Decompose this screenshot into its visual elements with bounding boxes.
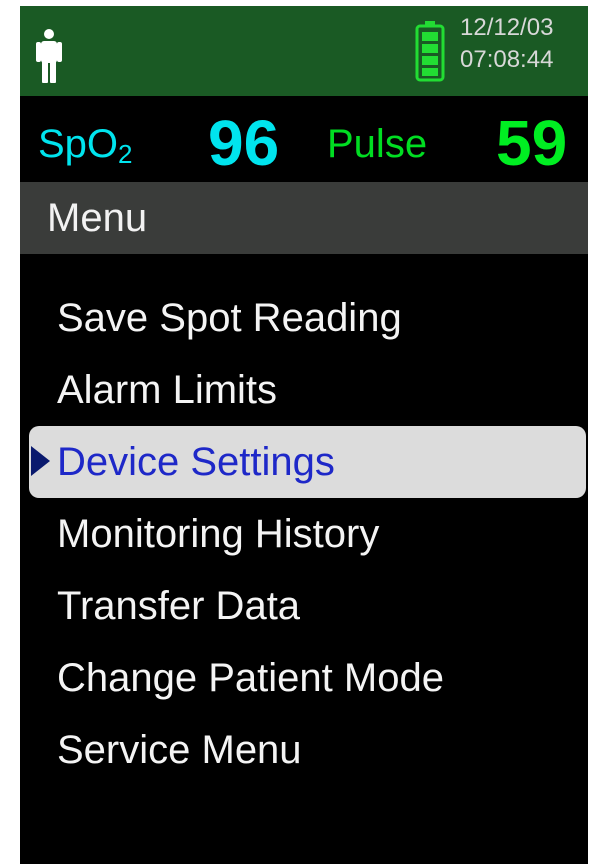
battery-full-icon <box>415 21 445 82</box>
monitor-screen: 12/12/03 07:08:44 SpO2 96 Pulse 59 Menu … <box>20 6 588 864</box>
spo2-label: SpO2 <box>38 122 133 169</box>
date-time-readout: 12/12/03 07:08:44 <box>460 12 590 76</box>
spo2-value: 96 <box>208 107 280 179</box>
time-text: 07:08:44 <box>460 46 554 73</box>
menu-item-change-patient-mode[interactable]: Change Patient Mode <box>20 642 588 714</box>
selection-arrow-icon <box>31 446 50 476</box>
person-icon <box>36 29 62 83</box>
spo2-label-text: SpO <box>38 122 119 166</box>
page-title: Menu <box>47 196 148 240</box>
pulse-value: 59 <box>496 107 568 179</box>
spo2-subscript: 2 <box>118 139 133 169</box>
menu-title-bar: Menu <box>20 182 588 254</box>
pulse-label: Pulse <box>327 122 428 166</box>
menu-item-label: Device Settings <box>57 440 335 484</box>
menu-list: Save Spot Reading Alarm Limits Device Se… <box>20 282 588 786</box>
menu-item-service-menu[interactable]: Service Menu <box>20 714 588 786</box>
status-header: 12/12/03 07:08:44 <box>20 6 588 96</box>
menu-item-save-spot-reading[interactable]: Save Spot Reading <box>20 282 588 354</box>
menu-item-monitoring-history[interactable]: Monitoring History <box>20 498 588 570</box>
menu-item-transfer-data[interactable]: Transfer Data <box>20 570 588 642</box>
vitals-bar: SpO2 96 Pulse 59 <box>20 96 588 182</box>
menu-item-device-settings[interactable]: Device Settings <box>29 426 586 498</box>
date-text: 12/12/03 <box>460 14 554 41</box>
menu-item-alarm-limits[interactable]: Alarm Limits <box>20 354 588 426</box>
